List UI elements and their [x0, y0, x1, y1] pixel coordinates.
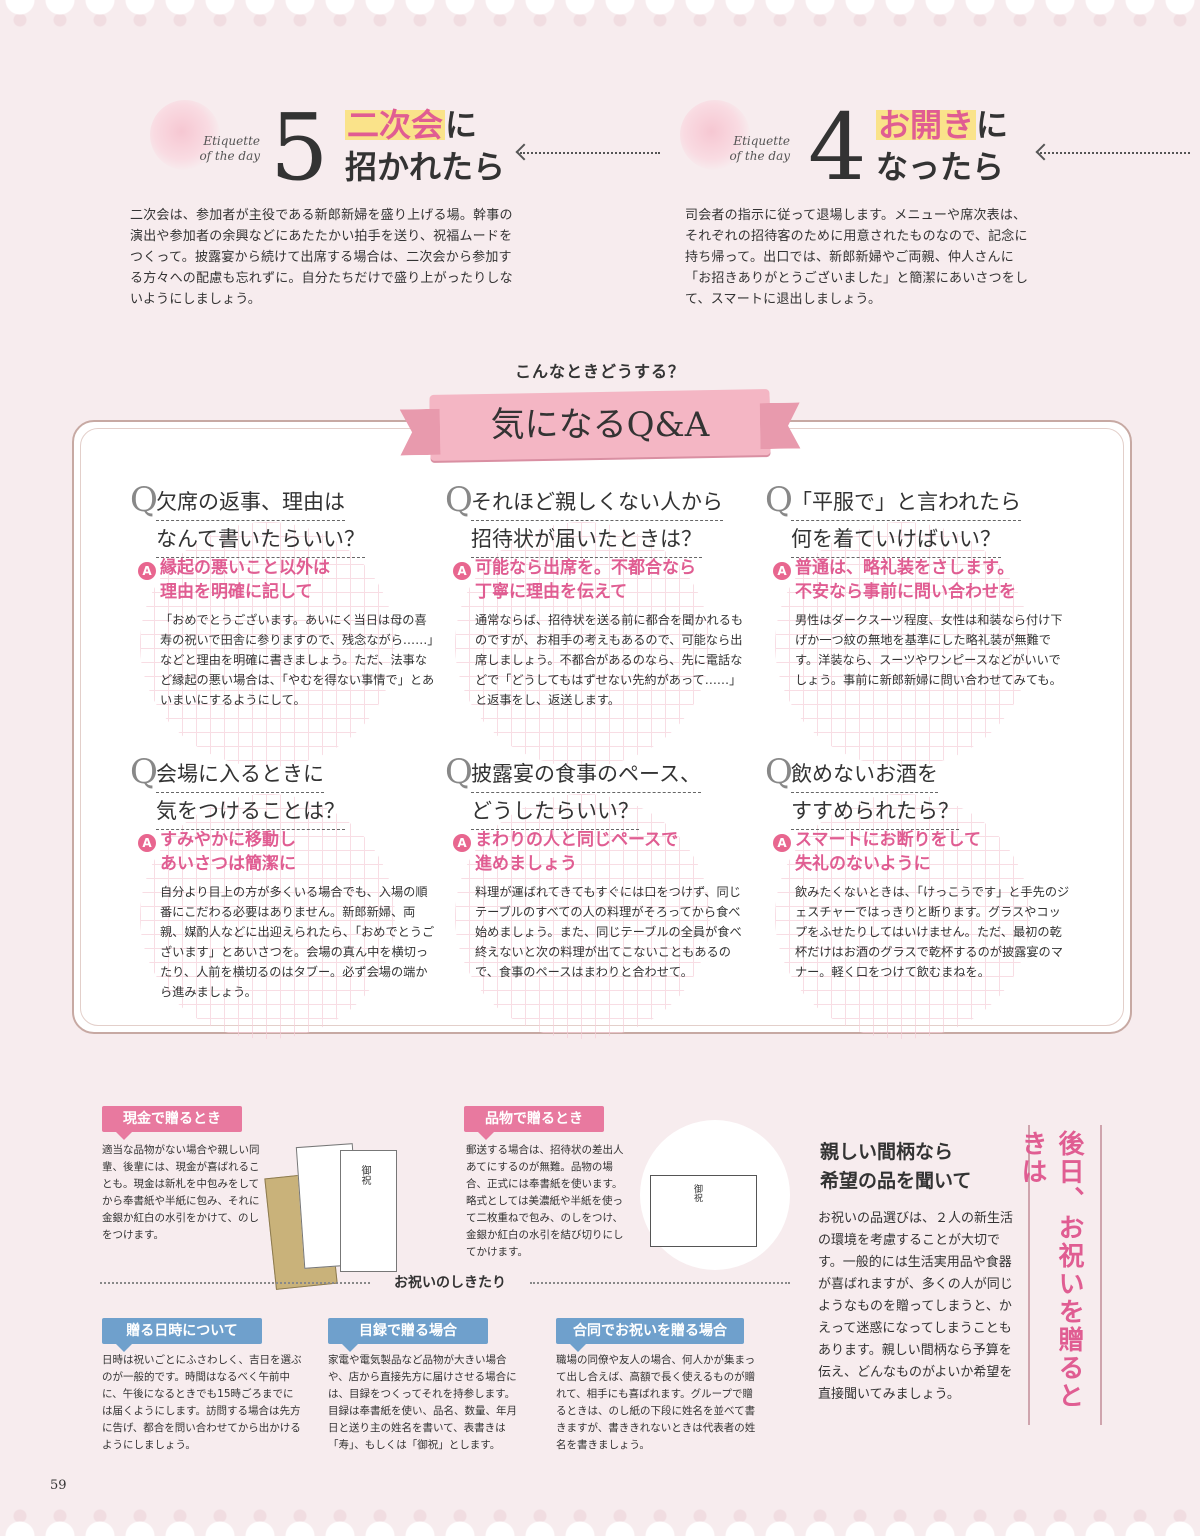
answer-line-2: 不安なら事前に問い合わせを [795, 582, 1016, 602]
question-mark-icon: Q [130, 480, 158, 520]
question-text: 欠席の返事、理由は なんて書いたらいい？ [156, 484, 365, 558]
etiquette-title: 二次会に 招かれたら [345, 104, 505, 188]
etiquette-title-line2: なったら [876, 148, 1005, 186]
question-line-1: 披露宴の食事のペース、 [471, 756, 701, 793]
joint-tag: 合同でお祝いを贈る場合 [556, 1318, 744, 1352]
answer-body: 飲みたくないときは、「けっこうです」と手先のジェスチャーではっきりと断ります。グ… [795, 885, 1070, 979]
answer-line-1: 可能なら出席を。不都合なら [475, 558, 696, 578]
etiquette-number: 4 [808, 94, 867, 201]
lace-border-bottom [0, 1496, 1200, 1536]
question-line-1: 飲めないお酒を [791, 756, 938, 793]
etiquette-5-section: Etiquette of the day 5 二次会に 招かれたら 二次会は、参… [130, 94, 513, 308]
etiquette-number: 5 [270, 94, 329, 201]
question-mark-icon: Q [445, 752, 473, 792]
question-line-1: それほど親しくない人から [471, 484, 723, 521]
answer-text: 縁起の悪いこと以外は 理由を明確に記して [160, 556, 330, 604]
answer-text: スマートにお断りをして 失礼のないように [795, 828, 981, 876]
question-text: 飲めないお酒を すすめられたら？ [791, 756, 959, 830]
page-number: 59 [50, 1478, 67, 1493]
answer-badge-icon: A [453, 834, 471, 852]
gift-box-label: 御祝 [692, 1184, 702, 1202]
question-text: 披露宴の食事のペース、 どうしたらいい？ [471, 756, 701, 830]
etiquette-title: お開きに なったら [876, 104, 1008, 188]
date-tag: 贈る日時について [102, 1318, 262, 1352]
answer-line-2: あいさつは簡潔に [160, 854, 296, 874]
date-body: 日時は祝いごとにふさわしく、吉日を選ぶのが一般的です。時間はなるべく午前中に、午… [102, 1354, 302, 1451]
etiquette-body: 二次会は、参加者が主役である新郎新婦を盛り上げる場。幹事の演出や参加者の余興など… [130, 208, 513, 307]
question-line-2: 招待状が届いたときは？ [471, 521, 702, 558]
money-envelope-illustration: 御祝 [264, 1143, 400, 1290]
etiquette-body: 司会者の指示に従って退場します。メニューや席次表は、それぞれの招待客のために用意… [685, 208, 1029, 307]
answer-badge-icon: A [773, 562, 791, 580]
joint-body: 職場の同僚や友人の場合、何人かが集まって出し合えば、高額で長く使えるものが贈れて… [556, 1354, 756, 1451]
question-line-2: すすめられたら？ [791, 793, 959, 830]
answer-badge-icon: A [138, 562, 156, 580]
etiquette-4-section: Etiquette of the day 4 お開きに なったら 司会者の指示に… [680, 94, 1040, 307]
divider-left [100, 1282, 370, 1284]
answer-line-2: 進めましょう [475, 854, 577, 874]
answer-line-1: 縁起の悪いこと以外は [160, 558, 330, 578]
goods-gift-tag: 品物で贈るとき [464, 1106, 604, 1140]
answer-line-2: 失礼のないように [795, 854, 931, 874]
answer-line-1: スマートにお断りをして [795, 830, 981, 850]
answer-line-2: 丁寧に理由を伝えて [475, 582, 628, 602]
question-mark-icon: Q [445, 480, 473, 520]
etiquette-title-suffix: に [445, 106, 478, 144]
etiquette-subtitle: Etiquette of the day [729, 134, 790, 163]
answer-body: 通常ならば、招待状を送る前に都合を聞かれるものですが、お相手の考えもあるので、可… [475, 613, 744, 707]
answer-line-1: まわりの人と同じペースで [475, 830, 679, 850]
side-body: お祝いの品選びは、２人の新生活の環境を考慮することが大切です。一般的には生活実用… [818, 1211, 1014, 1402]
shikitari-title: お祝いのしきたり [394, 1275, 506, 1291]
question-line-2: どうしたらいい？ [471, 793, 639, 830]
answer-text: 可能なら出席を。不都合なら 丁寧に理由を伝えて [475, 556, 696, 604]
side-vertical-title: 後日、お祝いを贈るときは [1017, 1130, 1084, 1410]
question-line-1: 会場に入るときに [156, 756, 324, 793]
envelope-label: 御祝 [359, 1165, 370, 1185]
qa-heading: 気になるQ&A [490, 405, 710, 445]
etiquette-title-highlight: 二次会 [345, 106, 446, 144]
answer-text: 普通は、略礼装をさします。 不安なら事前に問い合わせを [795, 556, 1016, 604]
question-mark-icon: Q [130, 752, 158, 792]
etiquette-title-suffix: に [976, 106, 1009, 144]
etiquette-subtitle: Etiquette of the day [199, 134, 260, 163]
divider-right [530, 1282, 790, 1284]
side-heading: 親しい間柄なら 希望の品を聞いて [820, 1141, 972, 1192]
catalog-tag: 目録で贈る場合 [328, 1318, 488, 1352]
answer-body: 料理が運ばれてきてもすぐには口をつけず、同じテーブルのすべての人の料理がそろって… [475, 885, 742, 979]
answer-body: 男性はダークスーツ程度、女性は和装なら付け下げか一つ紋の無地を基準にした略礼装が… [795, 613, 1063, 687]
gift-box-icon: 御祝 [650, 1175, 757, 1247]
question-mark-icon: Q [765, 752, 793, 792]
goods-gift-body: 郵送する場合は、招待状の差出人あてにするのが無難。品物の場合、正式には奉書紙を使… [466, 1144, 624, 1258]
catalog-body: 家電や電気製品など品物が大きい場合や、店から直接先方に届けさせる場合には、目録を… [328, 1354, 517, 1451]
answer-text: まわりの人と同じペースで 進めましょう [475, 828, 678, 876]
noshi-envelope-icon: 御祝 [340, 1150, 397, 1272]
answer-body: 「おめでとうございます。あいにく当日は母の喜寿の祝いで田舎に参りますので、残念な… [160, 613, 435, 707]
answer-body: 自分より目上の方が多くいる場合でも、入場の順番にこだわる必要はありません。新郎新… [160, 885, 435, 999]
cash-gift-body: 適当な品物がない場合や親しい同輩、後輩には、現金が喜ばれることも。現金は新札を中… [102, 1144, 260, 1241]
etiquette-title-line2: 招かれたら [345, 148, 506, 186]
question-line-2: なんて書いたらいい？ [156, 521, 365, 558]
answer-badge-icon: A [773, 834, 791, 852]
qa-kicker: こんなときどうする？ [514, 362, 685, 381]
lace-border-top [0, 0, 1200, 40]
etiquette-title-highlight: お開き [876, 106, 977, 144]
question-text: 「平服で」と言われたら 何を着ていけばいい？ [791, 484, 1021, 558]
cash-gift-tag: 現金で贈るとき [102, 1106, 242, 1140]
question-text: それほど親しくない人から 招待状が届いたときは？ [471, 484, 723, 558]
answer-line-1: すみやかに移動し [160, 830, 296, 850]
question-line-1: 「平服で」と言われたら [791, 484, 1021, 521]
question-mark-icon: Q [765, 480, 793, 520]
answer-badge-icon: A [138, 834, 156, 852]
question-text: 会場に入るときに 気をつけることは？ [156, 756, 345, 830]
dotted-arrow-icon [1040, 152, 1190, 154]
answer-text: すみやかに移動し あいさつは簡潔に [160, 828, 296, 876]
question-line-2: 何を着ていけばいい？ [791, 521, 1001, 558]
question-line-1: 欠席の返事、理由は [156, 484, 345, 521]
question-line-2: 気をつけることは？ [156, 793, 345, 830]
answer-line-2: 理由を明確に記して [160, 582, 313, 602]
answer-badge-icon: A [453, 562, 471, 580]
dotted-arrow-icon [520, 152, 660, 154]
answer-line-1: 普通は、略礼装をさします。 [795, 558, 1015, 578]
